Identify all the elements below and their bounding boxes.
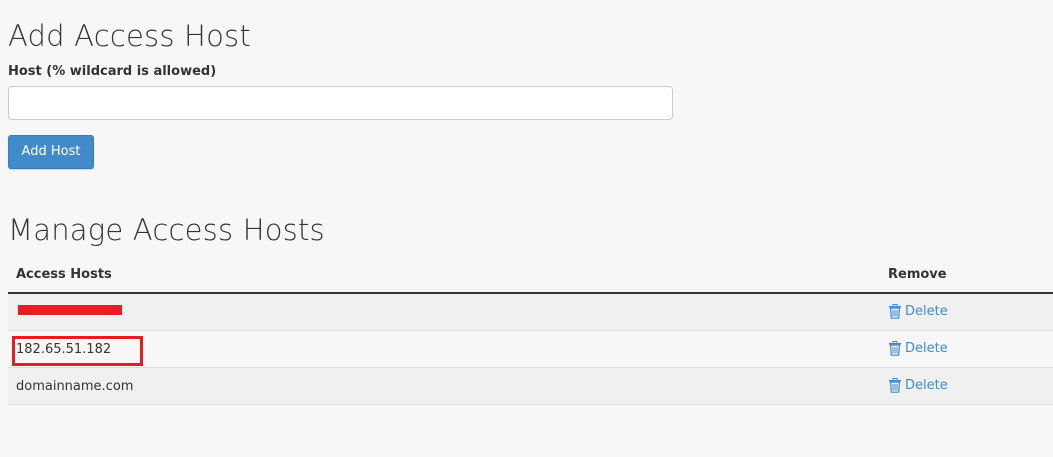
- delete-label: Delete: [905, 304, 948, 319]
- delete-label: Delete: [905, 341, 948, 356]
- trash-icon: [889, 304, 901, 319]
- redacted-host: [18, 305, 122, 315]
- add-host-button[interactable]: Add Host: [8, 135, 94, 169]
- host-input[interactable]: [8, 86, 673, 120]
- delete-link[interactable]: Delete: [888, 304, 948, 319]
- table-row: Delete: [8, 294, 1053, 331]
- table-row: 182.65.51.182 Delete: [8, 331, 1053, 368]
- add-access-host-heading: Add Access Host: [8, 19, 251, 53]
- manage-access-hosts-heading: Manage Access Hosts: [8, 213, 325, 247]
- table-header: Access Hosts Remove: [8, 258, 1053, 294]
- host-value: domainname.com: [16, 379, 134, 394]
- page: Add Access Host Host (% wildcard is allo…: [0, 0, 1053, 457]
- trash-icon: [889, 378, 901, 393]
- delete-link[interactable]: Delete: [888, 378, 948, 393]
- delete-label: Delete: [905, 378, 948, 393]
- delete-link[interactable]: Delete: [888, 341, 948, 356]
- table-row: domainname.com Delete: [8, 368, 1053, 405]
- column-header-remove: Remove: [888, 267, 947, 282]
- access-hosts-table: Access Hosts Remove Delete 182.65.51.182: [8, 258, 1053, 405]
- host-field-label: Host (% wildcard is allowed): [8, 64, 217, 79]
- trash-icon: [889, 341, 901, 356]
- column-header-access-hosts: Access Hosts: [16, 267, 112, 282]
- host-value: 182.65.51.182: [16, 342, 112, 357]
